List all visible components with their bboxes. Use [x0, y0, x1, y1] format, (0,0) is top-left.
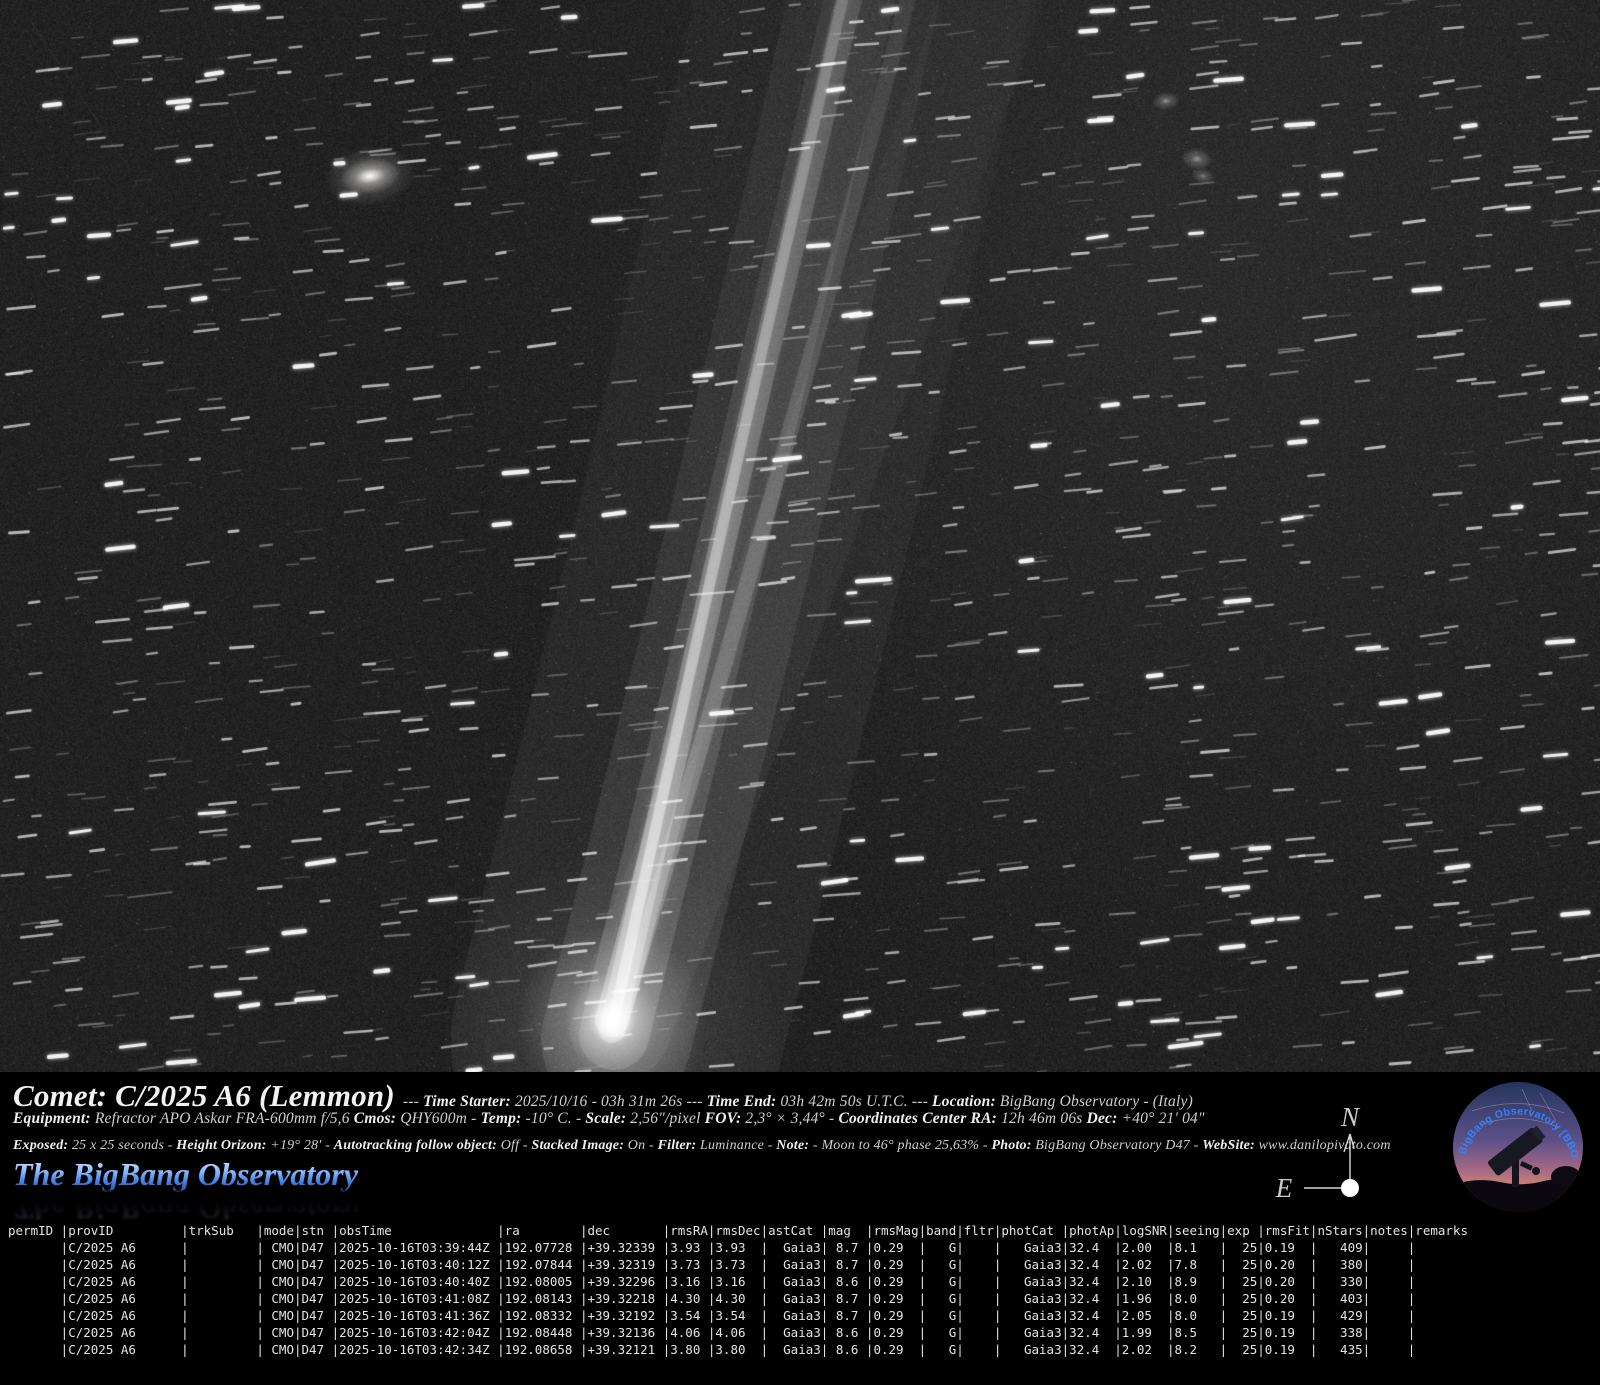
caption-segment: WebSite: [1202, 1138, 1255, 1153]
caption-segment: Photo: [992, 1138, 1032, 1153]
caption-segment: -10° C. - [521, 1110, 585, 1127]
astrophoto-starfield [0, 0, 1600, 1072]
caption-segment: 03h 42m 50s U.T.C. --- [776, 1093, 932, 1110]
caption-segment: Coordinates Center RA: [838, 1110, 997, 1127]
caption-segment: Stacked Image: [531, 1138, 624, 1153]
observation-data-table: permID |provID |trkSub |mode|stn |obsTim… [8, 1222, 1468, 1358]
caption-segment: Comet: C/2025 A6 (Lemmon) [13, 1078, 395, 1113]
caption-segment: FOV: [705, 1110, 742, 1127]
caption-segment: Scale: [585, 1110, 626, 1127]
compass-rose-icon: N E [1270, 1090, 1370, 1208]
caption-area: Comet: C/2025 A6 (Lemmon) --- Time Start… [0, 1072, 1600, 1385]
caption-title-line: Comet: C/2025 A6 (Lemmon) --- Time Start… [13, 1078, 1193, 1114]
caption-segment: 2,56"/pixel [626, 1110, 704, 1127]
caption-segment: Dec: [1087, 1110, 1118, 1127]
caption-segment: Equipment: [13, 1110, 91, 1127]
brand-reflection: The BigBang Observatory [13, 1192, 358, 1224]
caption-segment: BigBang Observatory - (Italy) [996, 1093, 1193, 1110]
caption-segment: - Moon to 46° phase 25,63% - [809, 1138, 991, 1153]
caption-equipment-line: Equipment: Refractor APO Askar FRA-600mm… [13, 1110, 1205, 1128]
caption-segment: +19° 28' - [267, 1138, 334, 1153]
caption-segment: Height Orizon: [176, 1138, 266, 1153]
caption-segment: Time End: [707, 1093, 777, 1110]
caption-segment: Location: [932, 1093, 996, 1110]
caption-segment: 2025/10/16 - 03h 31m 26s --- [511, 1093, 707, 1110]
caption-segment: QHY600m - [396, 1110, 480, 1127]
caption-segment: Temp: [481, 1110, 522, 1127]
tree-silhouette [1551, 1166, 1581, 1188]
caption-segment: On - [624, 1138, 657, 1153]
caption-segment: Exposed: [13, 1138, 68, 1153]
caption-segment: 12h 46m 06s [997, 1110, 1087, 1127]
observatory-logo-image: BigBang Observatory [BBO] - D47 [1452, 1081, 1584, 1213]
caption-segment: Autotracking follow object: [334, 1138, 497, 1153]
caption-segment: Note: [776, 1138, 809, 1153]
compass-north-label: N [1340, 1102, 1361, 1132]
caption-segment: Luminance - [696, 1138, 776, 1153]
caption-segment: 2,3° × 3,44° - [741, 1110, 838, 1127]
caption-segment: Cmos: [354, 1110, 396, 1127]
caption-segment: --- [399, 1093, 423, 1110]
compass-east-label: E [1275, 1173, 1293, 1203]
brand-title: The BigBang Observatory [13, 1158, 358, 1190]
caption-segment: 25 x 25 seconds - [68, 1138, 176, 1153]
comet-astrophoto-page: Comet: C/2025 A6 (Lemmon) --- Time Start… [0, 0, 1600, 1385]
caption-segment: BigBang Observatory D47 - [1032, 1138, 1203, 1153]
caption-exposure-line: Exposed: 25 x 25 seconds - Height Orizon… [13, 1138, 1391, 1154]
observatory-logo: BigBang Observatory [BBO] - D47 [1452, 1081, 1584, 1213]
compass-hub [1341, 1179, 1359, 1197]
observatory-brand: The BigBang Observatory The BigBang Obse… [13, 1158, 358, 1190]
caption-segment: Time Starter: [423, 1093, 511, 1110]
caption-segment: +40° 21' 04" [1118, 1110, 1205, 1127]
caption-segment: Refractor APO Askar FRA-600mm f/5,6 [91, 1110, 354, 1127]
caption-segment: Off - [497, 1138, 531, 1153]
caption-segment: Filter: [658, 1138, 697, 1153]
